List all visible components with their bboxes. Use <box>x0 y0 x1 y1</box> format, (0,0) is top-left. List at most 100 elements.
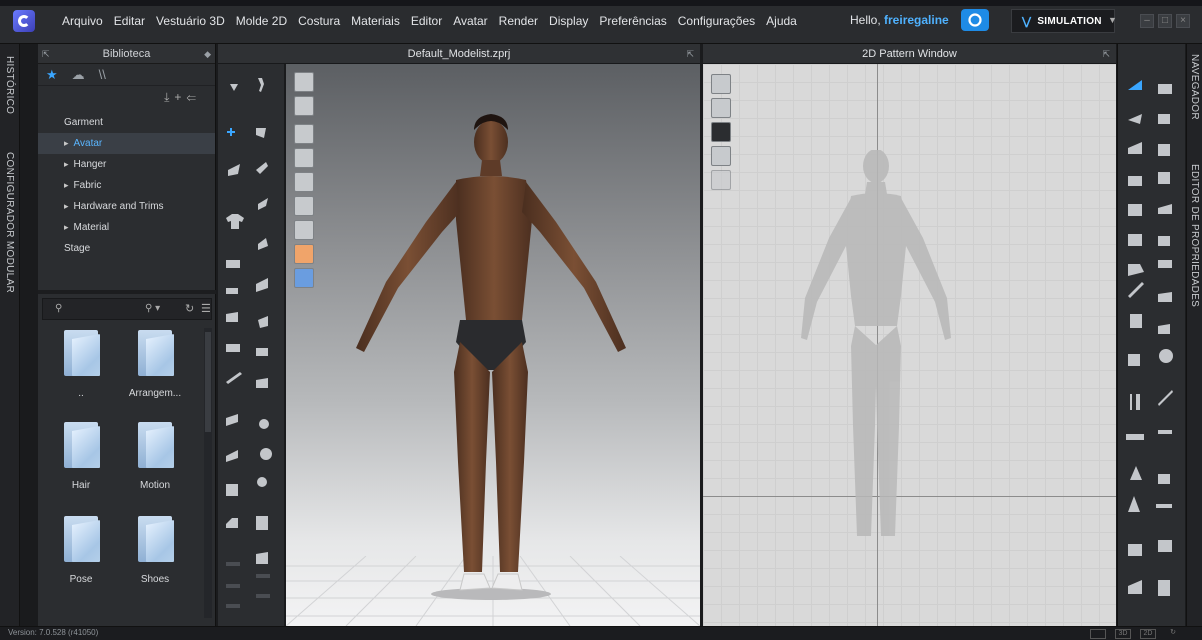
show-avatar-icon[interactable] <box>294 172 314 192</box>
trims-icon <box>256 552 268 564</box>
cloud-library-icon[interactable]: ☁ <box>72 67 85 83</box>
simulation-dropdown-icon[interactable]: ▼ <box>1108 15 1117 25</box>
menu-costura[interactable]: Costura <box>298 14 340 28</box>
folder-label: Shoes <box>140 574 170 585</box>
library-search-bar[interactable]: ⚲ ⚲ ▾ ↻ ☰ <box>42 298 212 320</box>
show-measurement-icon[interactable] <box>294 196 314 216</box>
measure-icon <box>226 288 238 294</box>
left-side-tabs: HISTÓRICO CONFIGURADOR MODULAR <box>0 44 20 626</box>
menu-ajuda[interactable]: Ajuda <box>766 14 797 28</box>
library-tabs: ★ ☁ \\ <box>38 64 215 86</box>
single-view-icon[interactable] <box>1090 629 1106 639</box>
back-icon[interactable]: ⇐ <box>186 90 201 104</box>
stage-icon <box>226 484 238 496</box>
user-greeting[interactable]: Hello, freiregaline <box>850 13 949 27</box>
view-3d-icon[interactable]: 3D <box>1115 629 1131 639</box>
tab-configurador-modular[interactable]: CONFIGURADOR MODULAR <box>4 152 15 293</box>
menu-arquivo[interactable]: Arquivo <box>62 14 103 28</box>
tree-item-stage[interactable]: Stage <box>38 238 215 259</box>
menu-editar[interactable]: Editar <box>114 14 145 28</box>
menu-preferencias[interactable]: Preferências <box>599 14 666 28</box>
folder-item[interactable]: Motion <box>118 420 192 491</box>
grading-icon <box>1128 544 1142 556</box>
folder-icon <box>62 328 100 376</box>
annotation-icon <box>1158 474 1170 484</box>
menu-vestuario-3d[interactable]: Vestuário 3D <box>156 14 225 28</box>
avatar-skin-icon[interactable] <box>294 244 314 264</box>
tree-item-hardware-and-trims[interactable]: Hardware and Trims <box>38 196 215 217</box>
show-texture-icon[interactable] <box>294 124 314 144</box>
menu-materiais[interactable]: Materiais <box>351 14 400 28</box>
popout-icon[interactable]: ⇱ <box>42 44 50 64</box>
render-mode-icon[interactable] <box>294 72 314 92</box>
environment-icon[interactable] <box>294 268 314 288</box>
download-icon[interactable]: ⤓ <box>164 90 174 104</box>
tree-item-hanger[interactable]: Hanger <box>38 154 215 175</box>
print-icon <box>1128 580 1142 594</box>
tab-editor-de-propriedades[interactable]: EDITOR DE PROPRIEDADES <box>1189 164 1200 307</box>
viewport-3d[interactable] <box>286 64 700 626</box>
sync-icon[interactable]: ↻ <box>1165 629 1181 639</box>
library-scrollbar[interactable] <box>204 328 212 618</box>
folder-item[interactable]: Pose <box>44 514 118 585</box>
folder-label: Motion <box>139 480 170 491</box>
show-arrangement-icon[interactable] <box>294 220 314 240</box>
tab-historico[interactable]: HISTÓRICO <box>4 56 15 114</box>
topstitch-icon <box>226 344 240 352</box>
refresh-icon[interactable]: ↻ <box>185 302 194 315</box>
texture-icon <box>226 518 238 528</box>
menu-avatar[interactable]: Avatar <box>453 14 487 28</box>
transform-icon <box>227 128 235 136</box>
stitch-line-icon <box>1130 394 1140 410</box>
favorites-star-icon[interactable]: ★ <box>46 67 58 83</box>
folder-icon <box>136 420 174 468</box>
close-icon[interactable]: × <box>1176 14 1190 28</box>
cloud-button[interactable] <box>961 9 989 31</box>
show-seam-icon[interactable] <box>711 170 731 190</box>
show-pattern-outline-icon[interactable] <box>711 74 731 94</box>
folder-item[interactable]: .. <box>44 328 118 399</box>
show-garment-icon[interactable] <box>294 96 314 116</box>
tree-item-garment[interactable]: Garment <box>38 112 215 133</box>
search-filter-icon[interactable]: ⚲ ▾ <box>145 303 160 314</box>
maximize-icon[interactable]: □ <box>1158 14 1172 28</box>
menu-editor[interactable]: Editor <box>411 14 442 28</box>
minimize-icon[interactable]: – <box>1140 14 1154 28</box>
pin-icon[interactable]: ◆ <box>204 44 211 64</box>
menu-molde-2d[interactable]: Molde 2D <box>236 14 287 28</box>
tree-item-material[interactable]: Material <box>38 217 215 238</box>
folder-icon <box>62 420 100 468</box>
add-icon[interactable]: + <box>174 90 186 104</box>
folder-item[interactable]: Shoes <box>118 514 192 585</box>
library-splitter[interactable] <box>38 290 216 294</box>
search-icon: ⚲ <box>55 303 63 314</box>
tab-navegador[interactable]: NAVEGADOR <box>1189 54 1200 120</box>
app-logo-icon[interactable] <box>13 10 35 32</box>
info-icon[interactable] <box>711 122 731 142</box>
simulation-button[interactable]: ⋁ SIMULATION <box>1011 9 1115 33</box>
menu-configuracoes[interactable]: Configurações <box>678 14 755 28</box>
folder-item[interactable]: Arrangem... <box>118 328 192 399</box>
main-menu: Arquivo Editar Vestuário 3D Molde 2D Cos… <box>62 14 797 28</box>
marketplace-icon[interactable]: \\ <box>99 67 106 82</box>
menu-render[interactable]: Render <box>499 14 538 28</box>
toolbar-2d <box>1117 44 1185 626</box>
status-bar: Version: 7.0.528 (r41050) 3D 2D ↻ <box>0 626 1202 640</box>
show-pattern-icon[interactable] <box>294 148 314 168</box>
tree-item-fabric[interactable]: Fabric <box>38 175 215 196</box>
folder-icon <box>136 328 174 376</box>
menu-display[interactable]: Display <box>549 14 588 28</box>
cloud-icon <box>968 13 982 27</box>
list-view-icon[interactable]: ☰ <box>201 302 211 315</box>
folder-icon <box>136 514 174 562</box>
popout-icon[interactable]: ⇱ <box>1102 44 1110 64</box>
seam-allowance-icon <box>1128 282 1144 298</box>
tree-item-avatar[interactable]: Avatar <box>38 133 215 154</box>
popout-icon[interactable]: ⇱ <box>686 44 694 64</box>
view-2d-icon[interactable]: 2D <box>1140 629 1156 639</box>
show-grainline-icon[interactable] <box>711 146 731 166</box>
show-garment-2d-icon[interactable] <box>711 98 731 118</box>
pattern-window-2d[interactable] <box>703 64 1116 626</box>
text-2-icon <box>1128 496 1140 512</box>
folder-item[interactable]: Hair <box>44 420 118 491</box>
